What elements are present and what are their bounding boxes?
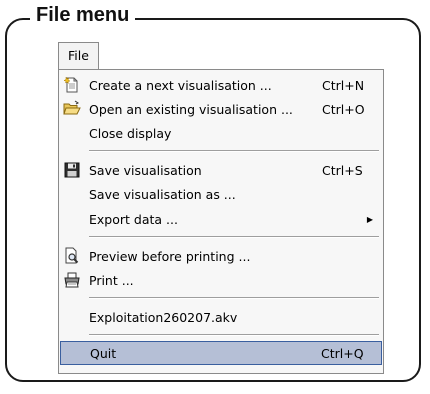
menu-item-export-data[interactable]: Export data ... ▶ xyxy=(60,207,382,231)
menu-item-label: Open an existing visualisation ... xyxy=(89,101,293,117)
menu-separator xyxy=(89,297,379,299)
menu-item-close-display[interactable]: Close display xyxy=(60,121,382,145)
printer-icon xyxy=(60,268,84,292)
menu-item-label: Create a next visualisation ... xyxy=(89,77,272,93)
menu-item-label: Print ... xyxy=(89,272,134,288)
menu-item-label: Preview before printing ... xyxy=(89,248,251,264)
menu-item-quit[interactable]: Quit Ctrl+Q xyxy=(60,341,382,365)
menu-item-save-visualisation[interactable]: Save visualisation Ctrl+S xyxy=(60,158,382,182)
floppy-disk-icon xyxy=(60,158,84,182)
file-menu-header[interactable]: File xyxy=(58,42,99,69)
menu-item-preview-before-printing[interactable]: Preview before printing ... xyxy=(60,244,382,268)
menu-item-print[interactable]: Print ... xyxy=(60,268,382,292)
menu-item-label: Save visualisation xyxy=(89,162,202,178)
print-preview-icon xyxy=(60,244,84,268)
menu-separator xyxy=(89,236,379,238)
menu-item-label: Close display xyxy=(89,125,172,141)
menu-item-label: Save visualisation as ... xyxy=(89,186,236,202)
shortcut-text: Ctrl+Q xyxy=(321,345,364,361)
open-folder-icon xyxy=(60,97,84,121)
shortcut-text: Ctrl+O xyxy=(322,101,365,117)
menu-bar: File xyxy=(58,42,99,69)
figure-title: File menu xyxy=(30,2,136,28)
file-dropdown-menu: Create a next visualisation ... Ctrl+N O… xyxy=(58,69,384,374)
menu-item-label: Export data ... xyxy=(89,211,178,227)
new-document-icon xyxy=(60,73,84,97)
shortcut-text: Ctrl+N xyxy=(322,77,365,93)
shortcut-text: Ctrl+S xyxy=(322,162,363,178)
menu-item-recent-file[interactable]: Exploitation260207.akv xyxy=(60,305,382,329)
menu-item-label: Exploitation260207.akv xyxy=(89,309,238,325)
menu-separator xyxy=(89,334,379,336)
menu-item-save-visualisation-as[interactable]: Save visualisation as ... xyxy=(60,182,382,206)
menu-separator xyxy=(89,150,379,152)
menu-item-create-visualisation[interactable]: Create a next visualisation ... Ctrl+N xyxy=(60,73,382,97)
menu-item-open-visualisation[interactable]: Open an existing visualisation ... Ctrl+… xyxy=(60,97,382,121)
submenu-arrow-icon: ▶ xyxy=(366,214,373,224)
menu-item-label: Quit xyxy=(90,345,117,361)
